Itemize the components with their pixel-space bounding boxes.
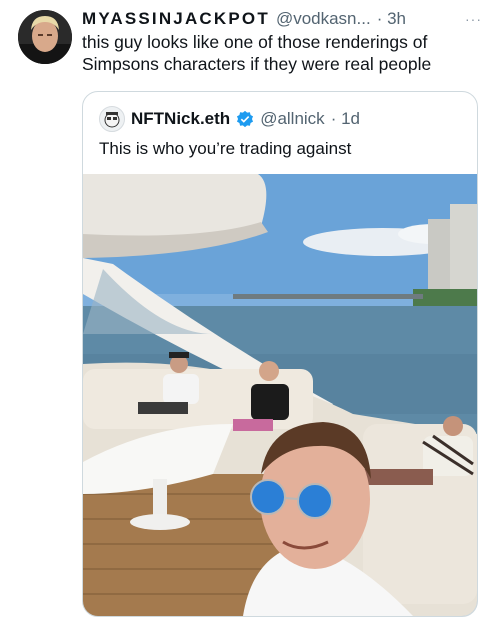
more-horizontal-icon[interactable]: ··· — [465, 11, 482, 27]
tweet-time[interactable]: · 3h — [377, 9, 406, 29]
quoted-time[interactable]: · 1d — [331, 109, 360, 129]
tweet-text: this guy looks like one of those renderi… — [82, 32, 432, 74]
quoted-display-name[interactable]: NFTNick.eth — [131, 109, 230, 129]
tweet-header: MYASSINJACKPOT @vodkasn... · 3h ··· this… — [82, 9, 482, 75]
quoted-header: NFTNick.eth @allnick · 1d — [99, 106, 360, 132]
quoted-text: This is who you’re trading against — [99, 139, 352, 158]
quoted-tweet-card[interactable]: NFTNick.eth @allnick · 1d This is who yo… — [82, 91, 478, 617]
verified-badge-icon — [237, 110, 254, 128]
author-display-name[interactable]: MYASSINJACKPOT — [82, 9, 270, 29]
author-row: MYASSINJACKPOT @vodkasn... · 3h — [82, 9, 482, 29]
quoted-avatar[interactable] — [99, 106, 125, 132]
quoted-handle[interactable]: @allnick — [260, 109, 325, 129]
author-handle[interactable]: @vodkasn... — [276, 9, 371, 29]
author-avatar[interactable] — [18, 10, 72, 64]
yacht-selfie-photo[interactable] — [83, 174, 477, 616]
